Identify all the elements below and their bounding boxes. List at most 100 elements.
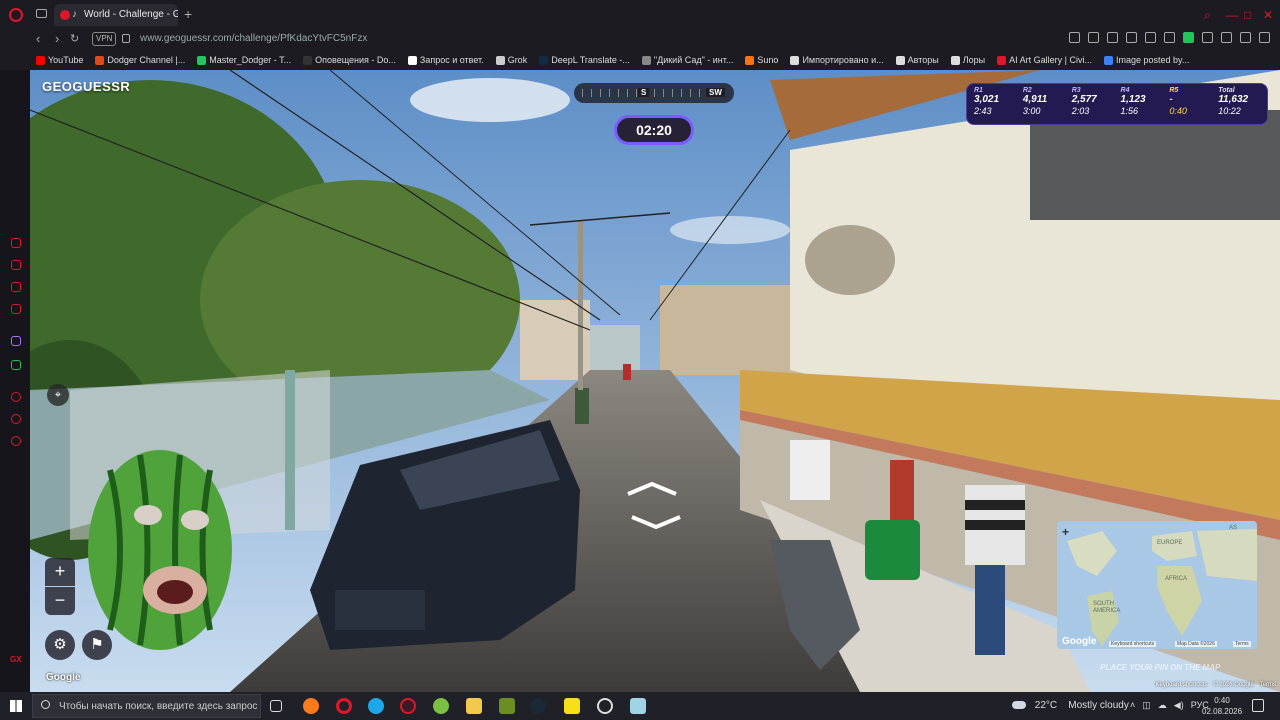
sidebar-item-2-icon[interactable] (11, 260, 21, 270)
volume-icon[interactable]: ◀) (1174, 700, 1184, 711)
geoguessr-logo[interactable]: GEOGUESSR (42, 79, 130, 94)
windows-start-icon[interactable] (10, 700, 22, 712)
url-field[interactable]: www.geoguessr.com/challenge/PfKdacYtvFC5… (140, 32, 367, 46)
move-forward-arrow-icon[interactable] (626, 482, 678, 496)
heart-icon[interactable] (1164, 32, 1175, 43)
street-view-panorama[interactable]: GEOGUESSR S SW 02:20 R1 3,021 2:43 R2 4,911 3… (30, 70, 1280, 692)
bookmark-item[interactable]: Лоры (950, 55, 985, 65)
cloud-sync-icon[interactable]: ☁ (1158, 700, 1167, 711)
firefox-icon[interactable] (303, 698, 319, 714)
aria-icon[interactable] (11, 238, 21, 248)
minecraft-icon[interactable] (499, 698, 515, 714)
network-icon[interactable]: ◫ (1142, 700, 1151, 711)
sidebar-item-4-icon[interactable] (11, 304, 21, 314)
menu-icon[interactable] (1259, 32, 1270, 43)
guess-minimap[interactable]: + EUROPE AFRICA SOUTH AMERICA AS Google … (1057, 521, 1257, 649)
zoom-in-button[interactable]: + (45, 558, 75, 586)
round-points: 4,911 (1022, 94, 1048, 105)
bookmark-label: DeepL Translate -... (551, 55, 630, 65)
terms-link[interactable]: Terms (1260, 682, 1276, 688)
opera-sidebar: GX (0, 70, 30, 692)
notifications-icon[interactable] (1252, 699, 1264, 712)
minimap-google-logo: Google (1062, 636, 1097, 647)
tray-chevron-icon[interactable]: ˄ (1130, 700, 1135, 711)
bookmark-item[interactable]: Запрос и ответ. (407, 55, 484, 65)
round-timer: 02:20 (614, 115, 694, 145)
speaker-icon[interactable]: ♪ (72, 4, 77, 26)
bookmark-item[interactable]: Импортировано и... (790, 55, 884, 65)
app-yellow-icon[interactable] (564, 698, 580, 714)
bookmark-item[interactable]: Авторы (895, 55, 939, 65)
minimap-keyboard-shortcuts[interactable]: Keyboard shortcuts (1109, 641, 1157, 647)
player-icon[interactable] (11, 392, 21, 402)
task-view-icon[interactable] (270, 700, 282, 712)
tab-geoguessr[interactable]: ♪ World - Challenge - Geo (54, 4, 178, 26)
bookmark-item[interactable]: YouTube (36, 55, 83, 65)
tab-strip-icon[interactable] (36, 9, 47, 18)
vpn-badge[interactable]: VPN (92, 32, 117, 46)
bookmark-label: YouTube (48, 55, 84, 65)
obs-icon[interactable] (597, 698, 613, 714)
reload-button[interactable]: ↻ (70, 32, 79, 45)
place-pin-hint: PLACE YOUR PIN ON THE MAP (1100, 663, 1221, 672)
bookmark-item[interactable]: "Дикий Сад" - инт... (641, 55, 733, 65)
opera-gx-icon[interactable] (400, 698, 416, 714)
history-icon[interactable] (11, 414, 21, 424)
taskbar-search-box[interactable]: Чтобы начать поиск, введите здесь запрос (32, 694, 261, 718)
flag-icon[interactable]: ⚑ (82, 630, 112, 660)
new-tab-button[interactable]: + (184, 6, 192, 22)
android-app-icon[interactable] (433, 698, 449, 714)
back-button[interactable]: ‹ (36, 31, 40, 46)
lock-icon[interactable] (122, 34, 130, 43)
camera-icon[interactable] (1069, 32, 1080, 43)
bookmark-item[interactable]: Оповещения - Do... (303, 55, 396, 65)
whatsapp-icon[interactable] (11, 360, 21, 370)
download-icon[interactable] (1240, 32, 1251, 43)
bookmark-item[interactable]: Image posted by... (1103, 55, 1189, 65)
bookmark-favicon-icon (197, 55, 207, 65)
translate-icon[interactable] (1126, 32, 1137, 43)
opera-logo-icon[interactable] (9, 8, 23, 22)
steam-icon[interactable] (530, 698, 546, 714)
settings-icon[interactable] (11, 436, 21, 446)
system-clock[interactable]: 0:40 02.08.2026 (1202, 695, 1242, 717)
close-button[interactable]: ✕ (1263, 8, 1273, 22)
cube-icon[interactable] (1221, 32, 1232, 43)
zoom-out-button[interactable]: − (45, 587, 75, 615)
bookmark-item[interactable]: Grok (495, 55, 527, 65)
sidebar-item-3-icon[interactable] (11, 282, 21, 292)
puzzle-icon[interactable] (1202, 32, 1213, 43)
bookmarks-bar: YouTube Dodger Channel |... Master_Dodger … (0, 50, 1280, 70)
forward-button[interactable]: › (55, 31, 59, 46)
play-icon[interactable] (1145, 32, 1156, 43)
settings-gear-icon[interactable]: ⚙ (45, 630, 75, 660)
minimap-zoom-in-button[interactable]: + (1062, 525, 1069, 539)
move-back-arrow-icon[interactable] (630, 515, 682, 529)
bookmark-label: Запрос и ответ. (419, 55, 484, 65)
pin-icon[interactable] (1088, 32, 1099, 43)
return-to-start-icon[interactable]: ⌖ (47, 384, 69, 406)
bookmark-favicon-icon (36, 55, 45, 65)
bookmark-item[interactable]: DeepL Translate -... (539, 55, 630, 65)
keyboard-shortcuts-link[interactable]: Keyboard shortcuts (1156, 682, 1208, 688)
bookmark-item[interactable]: Master_Dodger - T... (197, 55, 291, 65)
clock-time: 0:40 (1214, 696, 1230, 705)
shield-icon[interactable] (1107, 32, 1118, 43)
bookmark-label: Авторы (907, 55, 939, 65)
edge-icon[interactable] (368, 698, 384, 714)
twitch-icon[interactable] (11, 336, 21, 346)
opera-icon[interactable] (336, 698, 352, 714)
bookmark-item[interactable]: Suno (745, 55, 778, 65)
file-explorer-icon[interactable] (466, 698, 482, 714)
minimap-terms[interactable]: Terms (1233, 641, 1251, 647)
extension-icon[interactable] (1183, 32, 1194, 43)
search-tabs-icon[interactable]: ⌕ (1204, 8, 1211, 23)
minimize-button[interactable]: — (1226, 8, 1238, 22)
app-notes-icon[interactable] (630, 698, 646, 714)
bookmark-item[interactable]: AI Art Gallery | Civi... (997, 55, 1092, 65)
weather-widget[interactable]: 22°C Mostly cloudy (1012, 700, 1129, 711)
copyright-text: © 2026 Google (1213, 682, 1254, 688)
bookmark-item[interactable]: Dodger Channel |... (95, 55, 185, 65)
maximize-button[interactable]: □ (1244, 8, 1251, 22)
gx-logo-icon: GX (10, 655, 22, 664)
